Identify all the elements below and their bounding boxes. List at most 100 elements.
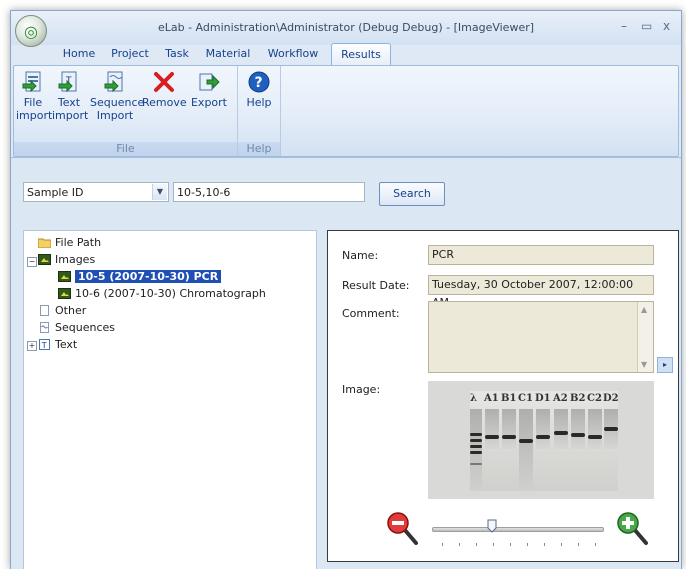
text-icon: T xyxy=(38,339,51,350)
lane-label: A1 xyxy=(484,393,499,404)
text-import-button[interactable]: T Text import xyxy=(52,70,88,122)
details-panel: Name: PCR Result Date: Tuesday, 30 Octob… xyxy=(327,230,679,562)
lane-label: B1 xyxy=(501,393,517,404)
result-date-field[interactable]: Tuesday, 30 October 2007, 12:00:00 AM xyxy=(428,275,654,309)
sequence-icon xyxy=(38,322,51,333)
gel-image: λ A1 B1 C1 D1 A2 B2 C2 D2 xyxy=(428,381,654,499)
tab-project[interactable]: Project xyxy=(105,43,155,65)
document-icon xyxy=(38,305,51,316)
tree-item-label: Images xyxy=(55,253,96,266)
image-label: Image: xyxy=(342,383,381,396)
tab-material[interactable]: Material xyxy=(199,43,257,65)
name-label: Name: xyxy=(342,249,379,262)
ribbon-group-help: ? Help Help xyxy=(238,66,281,156)
gel-lane xyxy=(571,409,585,449)
export-icon xyxy=(196,70,222,94)
collapse-images-icon[interactable]: − xyxy=(27,257,37,267)
slider-tick xyxy=(510,543,511,546)
comment-scrollbar[interactable]: ▲ ▼ xyxy=(637,302,653,372)
results-tree: File Path − Images 10-5 (2007-10-30) PCR… xyxy=(23,230,317,569)
gel-band xyxy=(470,433,482,436)
tree-item-label: Other xyxy=(55,304,87,317)
lane-label: C1 xyxy=(518,393,533,404)
main-content: Sample ID ▼ 10-5,10-6 Search File Path −… xyxy=(11,157,681,569)
scroll-right-icon[interactable]: ▸ xyxy=(657,357,673,373)
help-label: Help xyxy=(246,96,272,109)
image-icon xyxy=(58,288,71,299)
tree-item-text[interactable]: T Text xyxy=(38,337,77,353)
gel-lane xyxy=(470,409,482,489)
image-icon xyxy=(38,254,51,265)
tree-item-other[interactable]: Other xyxy=(38,303,86,319)
tree-item-10-5-pcr[interactable]: 10-5 (2007-10-30) PCR xyxy=(58,269,222,285)
lane-label: B2 xyxy=(570,393,586,404)
gel-lane xyxy=(485,409,499,449)
chevron-down-icon[interactable]: ▼ xyxy=(152,184,167,200)
tree-item-file-path[interactable]: File Path xyxy=(37,235,101,251)
tab-task[interactable]: Task xyxy=(159,43,195,65)
gel-band xyxy=(470,439,482,442)
gel-band xyxy=(536,435,550,439)
ribbon-group-help-label: Help xyxy=(238,142,280,156)
file-import-label: File import xyxy=(16,96,53,122)
help-icon: ? xyxy=(246,70,272,94)
app-window: ◎ eLab - Administration\Administrator (D… xyxy=(10,10,682,569)
scroll-up-icon[interactable]: ▲ xyxy=(641,305,647,314)
tree-item-images[interactable]: Images xyxy=(38,252,95,268)
zoom-in-button[interactable] xyxy=(614,509,654,549)
gel-band xyxy=(604,427,618,431)
zoom-slider-thumb[interactable] xyxy=(487,519,497,533)
zoom-slider-track[interactable] xyxy=(432,527,604,532)
tab-results[interactable]: Results xyxy=(331,43,391,66)
image-icon xyxy=(58,271,71,282)
sequence-import-label: Sequence Import xyxy=(90,96,145,122)
sequence-import-button[interactable]: Sequence Import xyxy=(90,70,144,122)
tree-item-label: 10-6 (2007-10-30) Chromatograph xyxy=(75,287,266,300)
name-field[interactable]: PCR xyxy=(428,245,654,265)
close-button[interactable]: x xyxy=(663,19,670,33)
search-button[interactable]: Search xyxy=(379,182,445,206)
gel-lane xyxy=(588,409,602,449)
export-button[interactable]: Export xyxy=(188,70,230,109)
tree-item-label: 10-5 (2007-10-30) PCR xyxy=(75,270,222,283)
slider-tick xyxy=(527,543,528,546)
lane-label: D1 xyxy=(535,393,551,404)
slider-tick xyxy=(459,543,460,546)
search-field-value: Sample ID xyxy=(27,186,84,199)
file-import-icon xyxy=(20,70,46,94)
gel-lane xyxy=(502,409,516,449)
gel-band xyxy=(470,445,482,448)
minimize-button[interactable]: – xyxy=(621,19,627,33)
search-field-select[interactable]: Sample ID ▼ xyxy=(23,182,169,202)
gel-lane xyxy=(536,409,550,449)
file-import-button[interactable]: File import xyxy=(16,70,53,122)
remove-x-icon xyxy=(151,70,177,94)
tab-workflow[interactable]: Workflow xyxy=(261,43,325,65)
help-button[interactable]: ? Help xyxy=(242,70,276,109)
gel-lane xyxy=(519,409,533,489)
zoom-out-button[interactable] xyxy=(384,509,424,549)
search-input[interactable]: 10-5,10-6 xyxy=(173,182,365,202)
scroll-down-icon[interactable]: ▼ xyxy=(641,360,647,369)
maximize-button[interactable]: ▭ xyxy=(641,19,652,33)
slider-tick xyxy=(476,543,477,546)
folder-icon xyxy=(37,237,52,249)
comment-field[interactable]: ▲ ▼ xyxy=(428,301,654,373)
gel-band xyxy=(502,435,516,439)
expand-text-icon[interactable]: + xyxy=(27,341,37,351)
zoom-out-icon xyxy=(387,512,418,545)
tree-item-10-6-chromatograph[interactable]: 10-6 (2007-10-30) Chromatograph xyxy=(58,286,266,302)
gel-band xyxy=(588,435,602,439)
slider-tick xyxy=(595,543,596,546)
text-import-icon: T xyxy=(56,70,82,94)
gel-band xyxy=(485,435,499,439)
zoom-in-icon xyxy=(617,512,648,545)
gel-band xyxy=(554,431,568,435)
tab-home[interactable]: Home xyxy=(57,43,101,65)
tree-item-sequences[interactable]: Sequences xyxy=(38,320,115,336)
remove-button[interactable]: Remove xyxy=(142,70,187,109)
gel-band xyxy=(571,433,585,437)
svg-text:T: T xyxy=(41,341,47,350)
gel-band xyxy=(470,451,482,454)
tree-item-label: Sequences xyxy=(55,321,115,334)
